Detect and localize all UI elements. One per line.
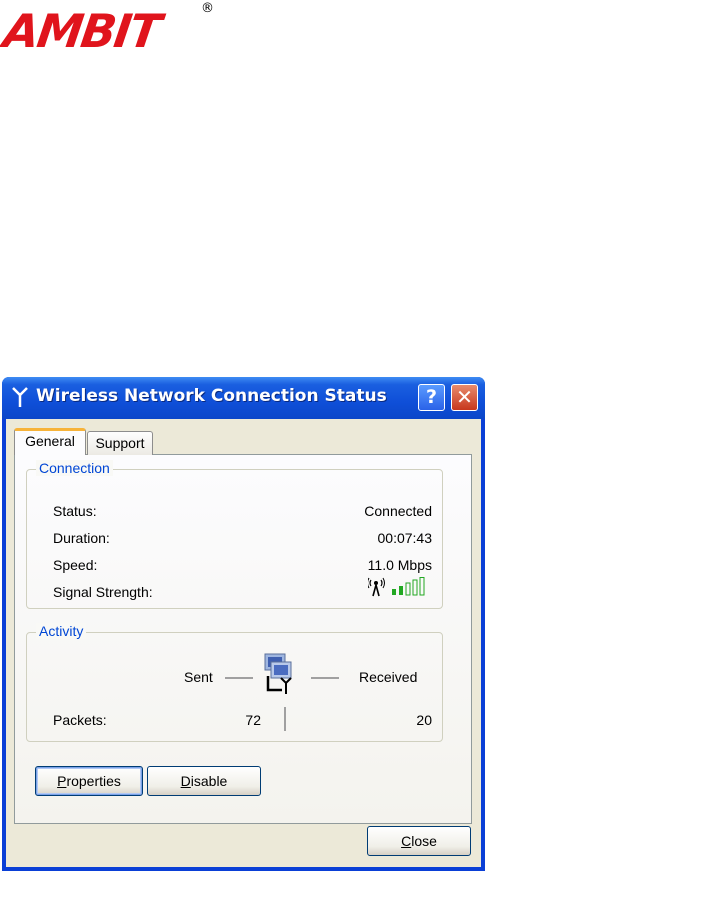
network-computers-icon: [264, 653, 292, 694]
signal-bar-4: [412, 579, 418, 596]
tab-support[interactable]: Support: [87, 431, 153, 455]
packets-received-value: 20: [416, 712, 432, 728]
speed-value: 11.0 Mbps: [367, 557, 432, 573]
signal-bar-2: [399, 586, 403, 595]
duration-label: Duration:: [53, 530, 110, 546]
properties-button[interactable]: Properties: [35, 766, 143, 796]
activity-group-label: Activity: [36, 623, 87, 639]
status-label: Status:: [53, 503, 97, 519]
antenna-icon: [9, 385, 31, 411]
sent-line: [225, 677, 253, 679]
signal-strength-label: Signal Strength:: [53, 584, 153, 600]
received-line: [311, 677, 339, 679]
window-title: Wireless Network Connection Status: [36, 386, 387, 406]
ambit-logo: AMBIT: [0, 4, 163, 58]
title-bar[interactable]: Wireless Network Connection Status ? ✕: [2, 377, 485, 419]
duration-value: 00:07:43: [377, 530, 433, 546]
received-label: Received: [359, 669, 418, 685]
wireless-signal-icon: [368, 577, 425, 597]
signal-bar-5: [419, 577, 425, 596]
status-value: Connected: [364, 503, 432, 519]
registered-mark: ®: [201, 1, 214, 16]
connection-group-label: Connection: [36, 460, 113, 476]
sent-label: Sent: [184, 669, 213, 685]
disable-button[interactable]: Disable: [147, 766, 261, 796]
status-dialog: Wireless Network Connection Status ? ✕ G…: [2, 377, 485, 871]
speed-label: Speed:: [53, 557, 98, 573]
packets-sent-value: 72: [245, 712, 261, 728]
tab-general[interactable]: General: [14, 428, 86, 455]
help-button[interactable]: ?: [418, 384, 445, 411]
signal-bar-1: [392, 589, 396, 595]
signal-bar-3: [405, 582, 411, 596]
packets-label: Packets:: [53, 712, 107, 728]
activity-divider: [284, 707, 286, 731]
close-button[interactable]: Close: [367, 826, 471, 856]
dialog-body: General Support Connection Status: Conne…: [6, 419, 481, 867]
title-close-button[interactable]: ✕: [451, 384, 478, 411]
